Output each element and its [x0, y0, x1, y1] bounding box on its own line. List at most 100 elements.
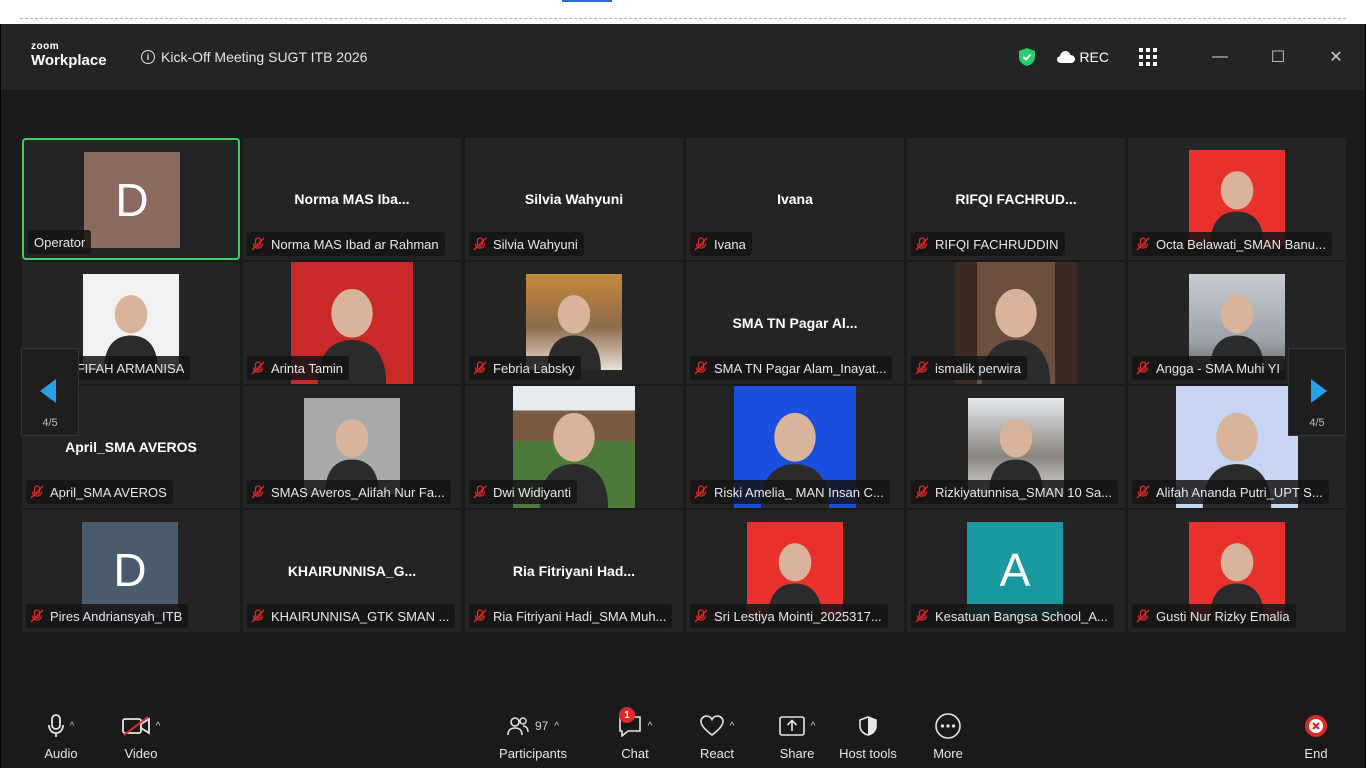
participants-button[interactable]: 97 ^ Participants [485, 710, 581, 768]
participant-name: Dwi Widiyanti [493, 484, 572, 500]
mic-muted-icon [1136, 237, 1150, 251]
minimize-button[interactable]: — [1191, 42, 1249, 72]
meeting-toolbar: ^ Audio ^ Video 97 ^ Participants 1 ^ Ch… [1, 707, 1365, 768]
participant-tile[interactable]: KHAIRUNNISA_G... KHAIRUNNISA_GTK SMAN ... [243, 510, 461, 632]
participant-name: Pires Andriansyah_ITB [50, 608, 183, 624]
mic-muted-icon [915, 609, 929, 623]
participant-name: Sri Lestiya Mointi_2025317... [714, 608, 882, 624]
participant-display-name: April_SMA AVEROS [65, 439, 197, 455]
participant-tile[interactable]: Octa Belawati_SMAN Banu... [1128, 138, 1346, 260]
share-screen-icon [778, 716, 805, 736]
participant-name: Gusti Nur Rizky Emalia [1156, 608, 1290, 624]
participant-tile[interactable]: D Operator [22, 138, 240, 260]
react-label: React [700, 746, 734, 761]
title-bar: zoom Workplace i Kick-Off Meeting SUGT I… [1, 24, 1365, 90]
participant-tile[interactable]: Riski Amelia_ MAN Insan C... [686, 386, 904, 508]
end-meeting-button[interactable]: End [1291, 710, 1341, 768]
participant-name-label: RIFQI FACHRUDDIN [911, 232, 1065, 256]
logo-zoom-text: zoom [31, 41, 60, 52]
participant-tile[interactable]: Sri Lestiya Mointi_2025317... [686, 510, 904, 632]
mic-muted-icon [915, 237, 929, 251]
mic-muted-icon [1136, 361, 1150, 375]
participant-name: Kesatuan Bangsa School_A... [935, 608, 1108, 624]
chat-button[interactable]: 1 ^ Chat [605, 707, 665, 768]
meeting-info[interactable]: i Kick-Off Meeting SUGT ITB 2026 [141, 49, 367, 65]
participants-options-chevron-icon[interactable]: ^ [554, 721, 559, 732]
participant-tile[interactable]: Arinta Tamin [243, 262, 461, 384]
arrow-right-icon [1311, 379, 1327, 403]
next-page-button[interactable]: 4/5 [1288, 348, 1346, 436]
video-label: Video [124, 746, 158, 761]
more-button[interactable]: More [921, 710, 975, 768]
participant-name-label: KHAIRUNNISA_GTK SMAN ... [247, 604, 456, 628]
encryption-shield-icon[interactable] [1019, 48, 1036, 66]
participant-name: SMA TN Pagar Alam_Inayat... [714, 360, 887, 376]
participant-name-label: April_SMA AVEROS [26, 480, 173, 504]
participant-name: Octa Belawati_SMAN Banu... [1156, 236, 1326, 252]
participant-tile[interactable]: D Pires Andriansyah_ITB [22, 510, 240, 632]
participant-name: Riski Amelia_ MAN Insan C... [714, 484, 884, 500]
end-label: End [1304, 746, 1328, 761]
participant-tile[interactable]: Rizkiyatunnisa_SMAN 10 Sa... [907, 386, 1125, 508]
view-grid-icon[interactable] [1139, 48, 1157, 66]
participant-display-name: Norma MAS Iba... [294, 191, 410, 207]
participant-name-label: Dwi Widiyanti [469, 480, 578, 504]
participant-tile[interactable]: Silvia Wahyuni Silvia Wahyuni [465, 138, 683, 260]
mic-muted-icon [251, 237, 265, 251]
cloud-recording-indicator[interactable]: REC [1057, 49, 1109, 65]
close-window-button[interactable]: ✕ [1307, 42, 1365, 72]
chat-label: Chat [621, 746, 649, 761]
participant-tile[interactable]: Dwi Widiyanti [465, 386, 683, 508]
rec-label: REC [1079, 49, 1109, 65]
participant-name-label: Arinta Tamin [247, 356, 350, 380]
video-button[interactable]: ^ Video [111, 710, 171, 768]
participant-tile[interactable]: Ria Fitriyani Had... Ria Fitriyani Hadi_S… [465, 510, 683, 632]
previous-page-button[interactable]: 4/5 [21, 348, 79, 436]
chat-options-chevron-icon[interactable]: ^ [648, 721, 653, 732]
participant-avatar: D [84, 152, 180, 248]
participant-tile[interactable]: Gusti Nur Rizky Emalia [1128, 510, 1346, 632]
participant-name-label: Rizkiyatunnisa_SMAN 10 Sa... [911, 480, 1119, 504]
participant-name: Arinta Tamin [271, 360, 344, 376]
share-button[interactable]: ^ Share [767, 710, 827, 768]
gallery-view: D Operator Norma MAS Iba... Norma MAS Ibad … [1, 90, 1365, 710]
end-x-icon [1305, 715, 1327, 737]
video-options-chevron-icon[interactable]: ^ [156, 721, 161, 732]
participant-tile[interactable]: Febria Labsky [465, 262, 683, 384]
participant-name: Alifah Ananda Putri_UPT S... [1156, 484, 1323, 500]
mic-muted-icon [915, 485, 929, 499]
audio-options-chevron-icon[interactable]: ^ [70, 721, 75, 732]
participant-tile[interactable]: A Kesatuan Bangsa School_A... [907, 510, 1125, 632]
video-off-icon [121, 716, 150, 736]
participant-name: SMAS Averos_Alifah Nur Fa... [271, 484, 445, 500]
react-options-chevron-icon[interactable]: ^ [730, 721, 735, 732]
participant-tile[interactable]: SMA TN Pagar Al... SMA TN Pagar Alam_Inay… [686, 262, 904, 384]
participant-name-label: Kesatuan Bangsa School_A... [911, 604, 1114, 628]
participant-tile[interactable]: ismalik perwira [907, 262, 1125, 384]
participant-name-label: Riski Amelia_ MAN Insan C... [690, 480, 890, 504]
participant-tile[interactable]: Ivana Ivana [686, 138, 904, 260]
info-icon[interactable]: i [141, 50, 155, 64]
zoom-workplace-logo: zoom Workplace [31, 41, 107, 69]
maximize-button[interactable]: ☐ [1249, 42, 1307, 72]
participants-icon [507, 717, 529, 736]
participant-tile[interactable]: Norma MAS Iba... Norma MAS Ibad ar Rahman [243, 138, 461, 260]
mic-muted-icon [694, 485, 708, 499]
participant-name-label: Gusti Nur Rizky Emalia [1132, 604, 1296, 628]
participant-tile[interactable]: RIFQI FACHRUD... RIFQI FACHRUDDIN [907, 138, 1125, 260]
participant-tile[interactable]: SMAS Averos_Alifah Nur Fa... [243, 386, 461, 508]
mic-muted-icon [473, 609, 487, 623]
participant-name-label: Operator [28, 230, 92, 254]
share-label: Share [779, 746, 815, 761]
host-tools-button[interactable]: Host tools [833, 710, 903, 768]
react-button[interactable]: ^ React [687, 710, 747, 768]
mic-muted-icon [251, 361, 265, 375]
participant-name: Angga - SMA Muhi YI [1156, 360, 1281, 376]
share-options-chevron-icon[interactable]: ^ [811, 721, 816, 732]
participant-name-label: Sri Lestiya Mointi_2025317... [690, 604, 888, 628]
participant-display-name: Silvia Wahyuni [524, 191, 624, 207]
audio-button[interactable]: ^ Audio [31, 710, 91, 768]
participant-name: KHAIRUNNISA_GTK SMAN ... [271, 608, 450, 624]
outer-window-strip [0, 0, 1366, 24]
mic-muted-icon [30, 609, 44, 623]
